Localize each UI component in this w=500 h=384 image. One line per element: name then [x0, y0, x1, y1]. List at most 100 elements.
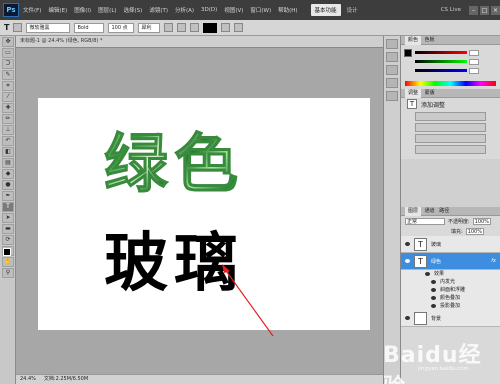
eye-icon[interactable]	[405, 316, 410, 320]
eye-icon[interactable]	[405, 259, 410, 263]
move-tool-icon[interactable]: ✥	[2, 37, 14, 47]
hand-tool-icon[interactable]: ✋	[2, 257, 14, 267]
opacity-input[interactable]: 100%	[472, 217, 491, 225]
effects-header[interactable]: 效果	[401, 270, 500, 278]
layer-row-background[interactable]: 背景	[401, 310, 500, 327]
warp-text-icon[interactable]	[221, 23, 231, 32]
character-panel-icon[interactable]	[234, 23, 244, 32]
tab-paths[interactable]: 路径	[439, 208, 449, 214]
effect-label: 内发光	[440, 279, 456, 285]
align-left-icon[interactable]	[164, 23, 174, 32]
blur-tool-icon[interactable]: ◆	[2, 169, 14, 179]
adjust-button-2[interactable]	[415, 123, 486, 132]
healing-tool-icon[interactable]: ✚	[2, 103, 14, 113]
zoom-tool-icon[interactable]: ⚲	[2, 268, 14, 278]
document-tab[interactable]: 未标题-1 @ 24.4% (绿色, RGB/8) *	[16, 36, 383, 48]
close-icon[interactable]: ×	[491, 5, 500, 15]
text-orientation-icon[interactable]	[13, 23, 23, 32]
shape-tool-icon[interactable]: ▬	[2, 224, 14, 234]
layer-row-green[interactable]: T 绿色 fx	[401, 253, 500, 270]
font-size-select[interactable]: 100 点	[108, 22, 135, 33]
type-tool-icon[interactable]: T	[2, 202, 14, 212]
brush-tool-icon[interactable]: ✏	[2, 114, 14, 124]
type-tool-icon[interactable]: T	[4, 23, 9, 32]
pen-tool-icon[interactable]: ✒	[2, 191, 14, 201]
gradient-tool-icon[interactable]: ▤	[2, 158, 14, 168]
tab-layers[interactable]: 图层	[405, 207, 422, 216]
minimize-icon[interactable]: –	[469, 5, 478, 15]
character-panel-icon[interactable]	[386, 65, 398, 75]
color-panel	[401, 45, 500, 81]
layer-name[interactable]: 绿色	[431, 258, 487, 265]
adjust-button-1[interactable]	[415, 112, 486, 121]
fg-color-chip[interactable]	[404, 49, 412, 57]
red-slider[interactable]	[401, 48, 500, 57]
menu-image[interactable]: 图像(I)	[74, 6, 91, 14]
workspace-essentials-button[interactable]: 基本功能	[310, 4, 341, 16]
fill-label: 填充:	[451, 228, 463, 235]
marquee-tool-icon[interactable]: ▭	[2, 48, 14, 58]
history-panel-icon[interactable]	[386, 39, 398, 49]
effect-bevel-emboss[interactable]: 斜面和浮雕	[401, 286, 500, 294]
tab-channels[interactable]: 通道	[425, 208, 435, 214]
fx-icon[interactable]: fx	[491, 258, 496, 264]
tab-masks[interactable]: 蒙版	[425, 90, 435, 96]
blend-mode-select[interactable]: 正常	[405, 217, 445, 225]
align-right-icon[interactable]	[190, 23, 200, 32]
blue-slider[interactable]	[401, 66, 500, 75]
foreground-color-swatch[interactable]	[3, 248, 11, 256]
align-center-icon[interactable]	[177, 23, 187, 32]
adjust-button-4[interactable]	[415, 145, 486, 154]
status-zoom[interactable]: 24.4%	[20, 375, 36, 384]
menu-select[interactable]: 选择(S)	[124, 6, 143, 14]
cs-live-button[interactable]: CS Live	[441, 7, 461, 13]
crop-tool-icon[interactable]: ⌗	[2, 81, 14, 91]
tab-adjustments[interactable]: 调整	[405, 89, 422, 98]
menu-analysis[interactable]: 分析(A)	[175, 6, 194, 14]
tab-color[interactable]: 颜色	[405, 36, 422, 45]
eye-icon[interactable]	[431, 296, 436, 300]
menu-layer[interactable]: 图层(L)	[98, 6, 116, 14]
eye-icon[interactable]	[425, 272, 430, 276]
layer-name[interactable]: 玻璃	[431, 241, 441, 248]
effect-shadow-overlay[interactable]: 投影叠加	[401, 302, 500, 310]
text-color-swatch[interactable]	[203, 22, 218, 33]
lasso-tool-icon[interactable]: ᑐ	[2, 59, 14, 69]
layer-row-glass[interactable]: T 玻璃	[401, 236, 500, 253]
3d-rotate-tool-icon[interactable]: ⟳	[2, 235, 14, 245]
adjust-button-3[interactable]	[415, 134, 486, 143]
layer-name[interactable]: 背景	[431, 315, 441, 322]
maximize-icon[interactable]: □	[480, 5, 489, 15]
font-family-select[interactable]: 微软雅黑	[26, 22, 71, 33]
workspace-design-button[interactable]: 设计	[347, 6, 358, 14]
menu-file[interactable]: 文件(F)	[23, 6, 41, 14]
green-slider[interactable]	[401, 57, 500, 66]
font-style-select[interactable]: Bold	[74, 22, 105, 33]
menu-edit[interactable]: 编辑(E)	[48, 6, 67, 14]
dodge-tool-icon[interactable]: ●	[2, 180, 14, 190]
eye-icon[interactable]	[431, 304, 436, 308]
actions-panel-icon[interactable]	[386, 52, 398, 62]
menu-view[interactable]: 视图(V)	[224, 6, 243, 14]
antialias-select[interactable]: 犀利	[138, 22, 161, 33]
menu-3d[interactable]: 3D(D)	[201, 7, 217, 13]
path-select-tool-icon[interactable]: ➤	[2, 213, 14, 223]
clone-stamp-tool-icon[interactable]: ⊥	[2, 125, 14, 135]
effect-inner-glow[interactable]: 内发光	[401, 278, 500, 286]
color-ramp[interactable]	[405, 81, 496, 86]
menu-help[interactable]: 帮助(H)	[278, 6, 297, 14]
eye-icon[interactable]	[431, 288, 436, 292]
eyedropper-tool-icon[interactable]: ⁄	[2, 92, 14, 102]
menu-filter[interactable]: 滤镜(T)	[149, 6, 168, 14]
brush-panel-icon[interactable]	[386, 91, 398, 101]
tab-swatches[interactable]: 色板	[425, 37, 435, 43]
paragraph-panel-icon[interactable]	[386, 78, 398, 88]
menu-window[interactable]: 窗口(W)	[250, 6, 271, 14]
history-brush-tool-icon[interactable]: ↶	[2, 136, 14, 146]
quick-select-tool-icon[interactable]: ✎	[2, 70, 14, 80]
effect-color-overlay[interactable]: 颜色叠加	[401, 294, 500, 302]
eye-icon[interactable]	[431, 280, 436, 284]
fill-input[interactable]: 100%	[465, 227, 484, 235]
eraser-tool-icon[interactable]: ◧	[2, 147, 14, 157]
eye-icon[interactable]	[405, 242, 410, 246]
